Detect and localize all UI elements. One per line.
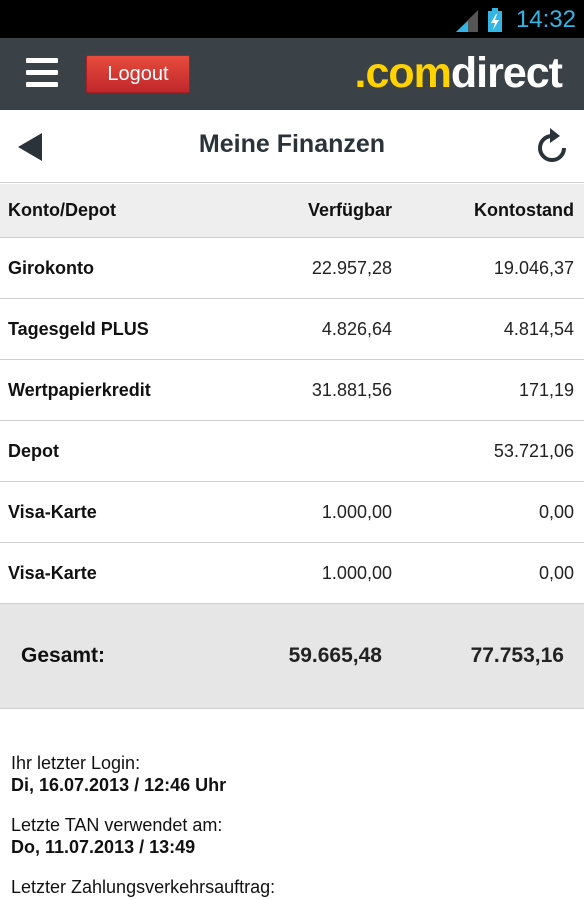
- title-bar: Meine Finanzen: [0, 110, 584, 183]
- header-balance: Kontostand: [474, 200, 574, 220]
- account-name: Visa-Karte: [8, 501, 97, 522]
- table-row[interactable]: Visa-Karte 1.000,00 0,00: [0, 543, 584, 604]
- account-name: Depot: [8, 440, 59, 461]
- account-name: Girokonto: [8, 257, 94, 278]
- balance-amount: 4.814,54: [503, 318, 574, 339]
- available-amount: 22.957,28: [311, 257, 392, 278]
- balance-amount: 19.046,37: [493, 257, 574, 278]
- total-balance: 77.753,16: [470, 644, 564, 667]
- last-payment-label: Letzter Zahlungsverkehrsauftrag:: [11, 877, 276, 897]
- login-info: Ihr letzter Login: Di, 16.07.2013 / 12:4…: [11, 752, 571, 900]
- last-login-value: Di, 16.07.2013 / 12:46 Uhr: [11, 775, 227, 795]
- table-row[interactable]: Girokonto 22.957,28 19.046,37: [0, 238, 584, 299]
- header-available: Verfügbar: [307, 200, 392, 220]
- table-row[interactable]: Tagesgeld PLUS 4.826,64 4.814,54: [0, 299, 584, 360]
- last-tan-block: Letzte TAN verwendet am: Do, 11.07.2013 …: [11, 814, 571, 858]
- account-name: Tagesgeld PLUS: [8, 318, 149, 339]
- header-account: Konto/Depot: [8, 200, 116, 220]
- status-bar: 14:32: [0, 0, 584, 38]
- logout-button[interactable]: Logout: [86, 55, 190, 93]
- signal-icon: [456, 10, 478, 32]
- last-tan-value: Do, 11.07.2013 / 13:49: [11, 837, 196, 857]
- last-tan-label: Letzte TAN verwendet am:: [11, 815, 223, 835]
- app-bar: Logout .comdirect: [0, 38, 584, 110]
- available-amount: 1.000,00: [321, 562, 392, 583]
- refresh-icon[interactable]: [536, 128, 568, 164]
- balance-amount: 0,00: [538, 562, 574, 583]
- total-label: Gesamt:: [21, 644, 106, 667]
- total-row: Gesamt: 59.665,48 77.753,16: [0, 604, 584, 709]
- comdirect-logo: .comdirect: [354, 49, 563, 97]
- balance-amount: 53.721,06: [493, 440, 574, 461]
- page-title: Meine Finanzen: [198, 130, 386, 158]
- available-amount: 1.000,00: [321, 501, 392, 522]
- logo-suffix: direct: [450, 49, 563, 97]
- total-available: 59.665,48: [288, 644, 382, 667]
- available-amount: 4.826,64: [321, 318, 392, 339]
- balance-amount: 171,19: [518, 379, 574, 400]
- account-name: Visa-Karte: [8, 562, 97, 583]
- last-login-label: Ihr letzter Login:: [11, 753, 141, 773]
- table-row[interactable]: Depot 53.721,06: [0, 421, 584, 482]
- hamburger-menu-icon[interactable]: [26, 58, 60, 90]
- account-name: Wertpapierkredit: [8, 379, 151, 400]
- table-header: Konto/Depot Verfügbar Kontostand: [0, 184, 584, 238]
- finance-table: Konto/Depot Verfügbar Kontostand Girokon…: [0, 184, 584, 709]
- logo-prefix: .com: [354, 49, 452, 97]
- last-payment-block: Letzter Zahlungsverkehrsauftrag:: [11, 876, 571, 898]
- table-row[interactable]: Visa-Karte 1.000,00 0,00: [0, 482, 584, 543]
- status-time: 14:32: [515, 6, 576, 33]
- last-login-block: Ihr letzter Login: Di, 16.07.2013 / 12:4…: [11, 752, 571, 796]
- battery-charging-icon: [488, 8, 502, 32]
- available-amount: 31.881,56: [311, 379, 392, 400]
- table-row[interactable]: Wertpapierkredit 31.881,56 171,19: [0, 360, 584, 421]
- balance-amount: 0,00: [538, 501, 574, 522]
